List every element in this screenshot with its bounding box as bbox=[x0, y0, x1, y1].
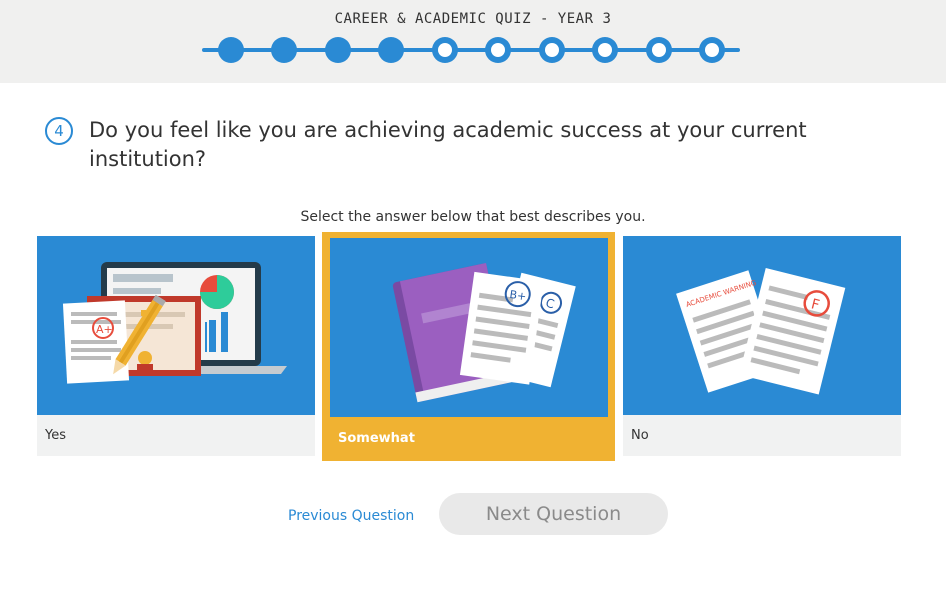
answer-label-yes: Yes bbox=[37, 415, 315, 456]
progress-step-1 bbox=[218, 37, 244, 63]
book-papers-grade-b-c-icon: C B+ bbox=[330, 238, 608, 417]
academic-warning-papers-grade-f-icon: ACADEMIC WARNING F bbox=[623, 236, 901, 415]
progress-step-10 bbox=[699, 37, 725, 63]
progress-step-9 bbox=[646, 37, 672, 63]
quiz-title: CAREER & ACADEMIC QUIZ - YEAR 3 bbox=[334, 11, 612, 27]
progress-step-2 bbox=[271, 37, 297, 63]
progress-step-7 bbox=[539, 37, 565, 63]
answer-card-somewhat[interactable]: C B+ Somewhat bbox=[322, 232, 615, 461]
question-number-badge: 4 bbox=[45, 117, 73, 145]
quiz-header: CAREER & ACADEMIC QUIZ - YEAR 3 bbox=[0, 0, 946, 83]
grade-a-plus-text: A+ bbox=[96, 323, 113, 336]
previous-question-link[interactable]: Previous Question bbox=[288, 508, 414, 524]
progress-step-4 bbox=[378, 37, 404, 63]
progress-step-3 bbox=[325, 37, 351, 63]
question-text: Do you feel like you are achieving acade… bbox=[89, 118, 807, 171]
progress-step-5 bbox=[432, 37, 458, 63]
answer-card-yes[interactable]: A+ Yes bbox=[37, 236, 315, 456]
laptop-certificate-grade-a-icon: A+ bbox=[37, 236, 315, 415]
progress-step-8 bbox=[592, 37, 618, 63]
answer-label-no: No bbox=[623, 415, 901, 456]
next-question-button[interactable]: Next Question bbox=[439, 493, 668, 535]
progress-step-6 bbox=[485, 37, 511, 63]
answer-card-no[interactable]: ACADEMIC WARNING F No bbox=[623, 236, 901, 456]
grade-b-plus-text: B+ bbox=[509, 288, 527, 303]
instruction-text: Select the answer below that best descri… bbox=[300, 209, 646, 225]
answer-label-somewhat: Somewhat bbox=[338, 431, 415, 446]
progress-tracker bbox=[202, 37, 742, 63]
